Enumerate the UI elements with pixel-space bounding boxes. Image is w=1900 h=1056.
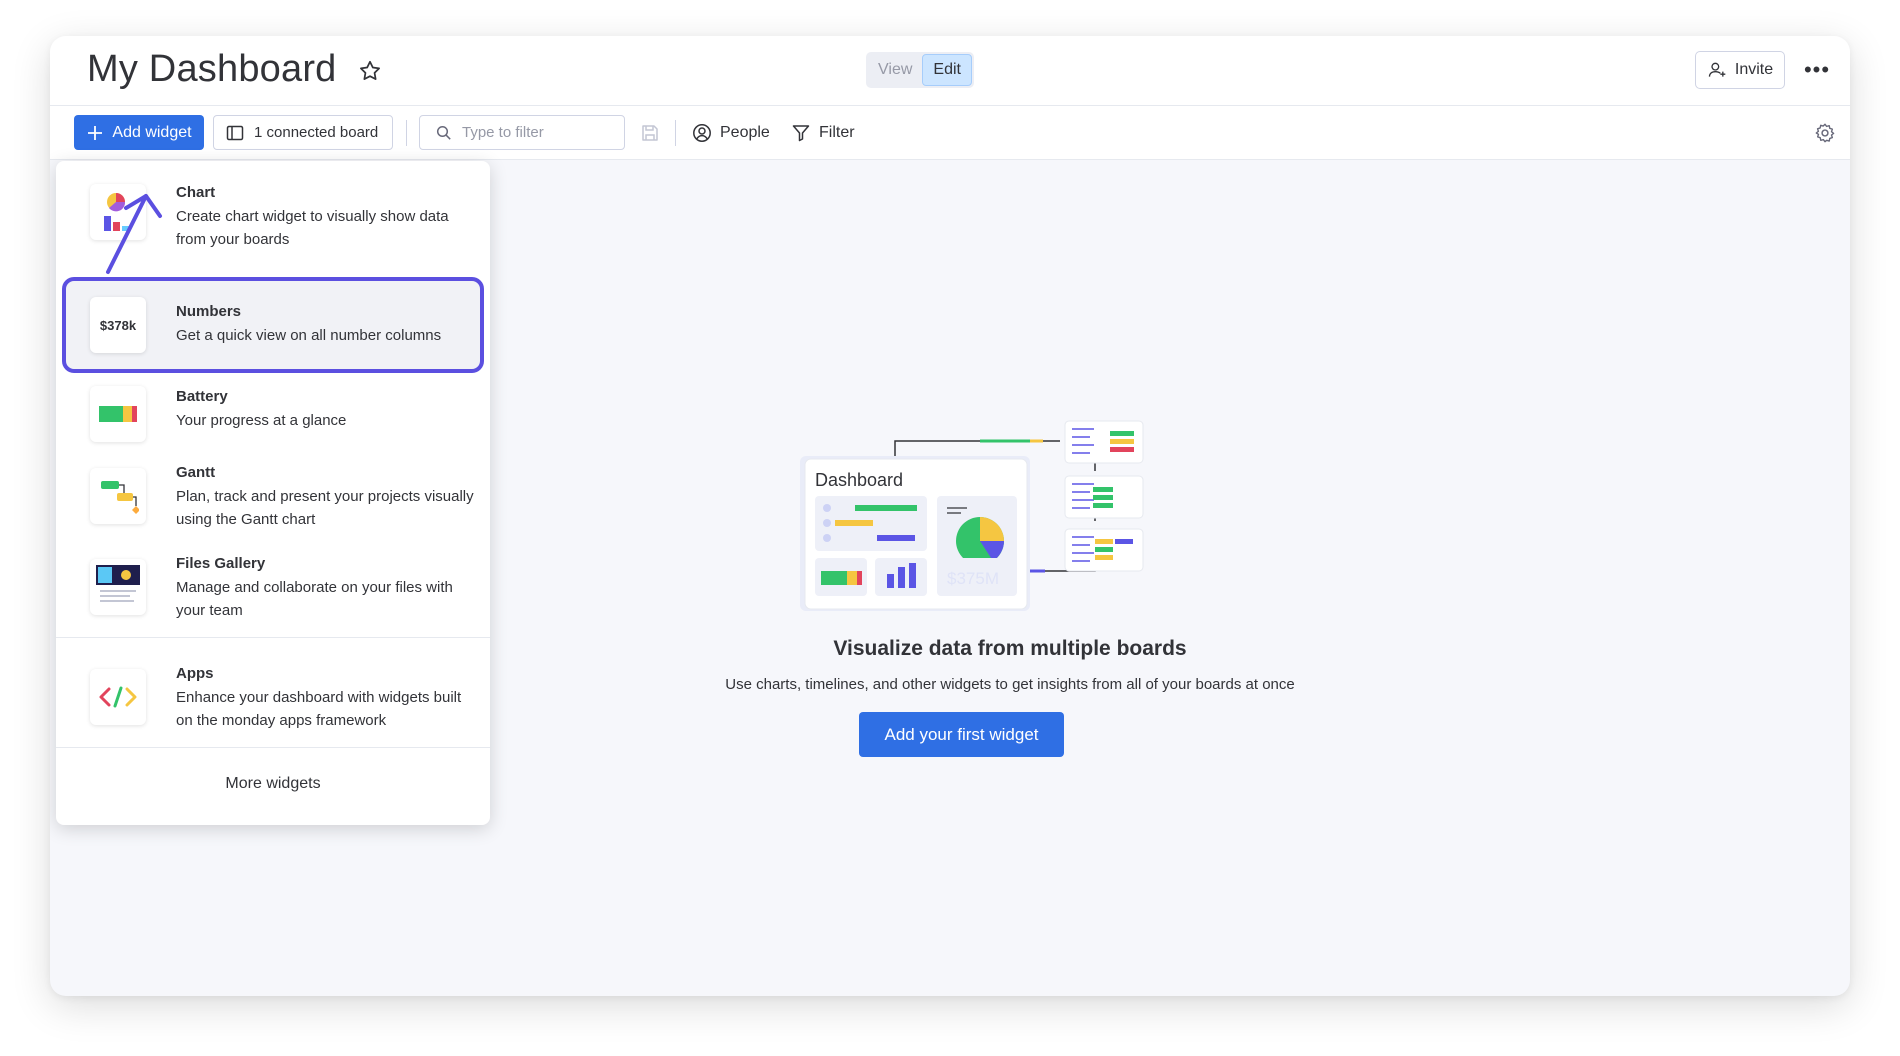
toolbar-divider xyxy=(675,120,676,146)
dropdown-divider xyxy=(56,637,490,638)
people-label: People xyxy=(720,123,770,141)
widget-option-description: Enhance your dashboard with widgets buil… xyxy=(176,689,462,729)
filter-button[interactable]: Filter xyxy=(791,115,855,150)
search-icon xyxy=(436,125,451,140)
toolbar-divider xyxy=(406,120,407,146)
widget-option-name: Chart xyxy=(176,184,216,201)
filter-search-box[interactable] xyxy=(419,115,625,150)
gantt-icon xyxy=(90,468,146,524)
empty-state-title: Visualize data from multiple boards xyxy=(833,637,1187,660)
dropdown-divider xyxy=(56,747,490,748)
filter-label: Filter xyxy=(819,123,855,141)
widget-option-apps[interactable]: Apps Enhance your dashboard with widgets… xyxy=(56,658,490,738)
add-person-icon xyxy=(1708,62,1726,77)
widget-option-description: Your progress at a glance xyxy=(176,412,347,429)
invite-button[interactable]: Invite xyxy=(1695,51,1785,89)
person-icon xyxy=(693,123,711,142)
connected-boards-button[interactable]: 1 connected board xyxy=(213,115,393,150)
widget-option-name: Gantt xyxy=(176,464,216,481)
numbers-thumb-text: $378k xyxy=(99,317,137,333)
view-edit-toggle: View Edit xyxy=(866,52,974,88)
page-header: My Dashboard View Edit Invite ••• xyxy=(50,36,1850,106)
save-icon[interactable] xyxy=(640,123,660,143)
widget-option-name: Files Gallery xyxy=(176,555,266,572)
widget-option-description: Manage and collaborate on your files wit… xyxy=(176,579,453,619)
plus-icon xyxy=(88,125,103,140)
illustration-title: Dashboard xyxy=(815,470,903,490)
widget-option-description: Get a quick view on all number columns xyxy=(176,327,442,344)
widget-option-battery[interactable]: Battery Your progress at a glance xyxy=(56,381,490,447)
widget-option-name: Apps xyxy=(176,665,214,682)
code-icon xyxy=(90,669,146,725)
more-widgets-button[interactable]: More widgets xyxy=(56,775,490,793)
add-widget-label: Add widget xyxy=(112,123,192,141)
star-icon[interactable] xyxy=(357,58,383,84)
annotation-arrow-icon xyxy=(106,194,162,274)
people-filter-button[interactable]: People xyxy=(692,115,770,150)
battery-icon xyxy=(90,386,146,442)
view-mode-button[interactable]: View xyxy=(868,54,922,86)
toolbar: Add widget 1 connected board Type to fil… xyxy=(50,106,1850,160)
empty-state-subtitle: Use charts, timelines, and other widgets… xyxy=(725,676,1295,693)
connected-boards-label: 1 connected board xyxy=(254,124,379,141)
gear-icon[interactable] xyxy=(1814,122,1836,144)
numbers-icon: $378k xyxy=(90,297,146,353)
widget-option-numbers[interactable]: $378k Numbers Get a quick view on all nu… xyxy=(62,277,484,373)
page-title: My Dashboard xyxy=(87,48,337,90)
invite-label: Invite xyxy=(1734,61,1774,78)
filter-input[interactable] xyxy=(462,124,612,141)
more-options-icon[interactable]: ••• xyxy=(1802,56,1832,84)
add-widget-button[interactable]: Add widget xyxy=(74,115,204,150)
widget-option-description: Create chart widget to visually show dat… xyxy=(176,208,449,248)
dashboard-illustration: Dashboard $375M xyxy=(800,420,1144,611)
widget-option-gantt[interactable]: Gantt Plan, track and present your proje… xyxy=(56,457,490,537)
widget-option-name: Numbers xyxy=(176,303,242,320)
add-first-widget-button[interactable]: Add your first widget xyxy=(859,712,1064,757)
dashboard-window: My Dashboard View Edit Invite ••• Add wi… xyxy=(50,36,1850,996)
board-icon xyxy=(226,125,244,140)
funnel-icon xyxy=(792,124,810,141)
edit-mode-button[interactable]: Edit xyxy=(922,54,972,86)
files-gallery-icon xyxy=(90,559,146,615)
widget-option-name: Battery xyxy=(176,388,228,405)
illustration-number: $375M xyxy=(947,569,999,588)
widget-option-description: Plan, track and present your projects vi… xyxy=(176,488,474,528)
widget-option-files-gallery[interactable]: Files Gallery Manage and collaborate on … xyxy=(56,548,490,628)
